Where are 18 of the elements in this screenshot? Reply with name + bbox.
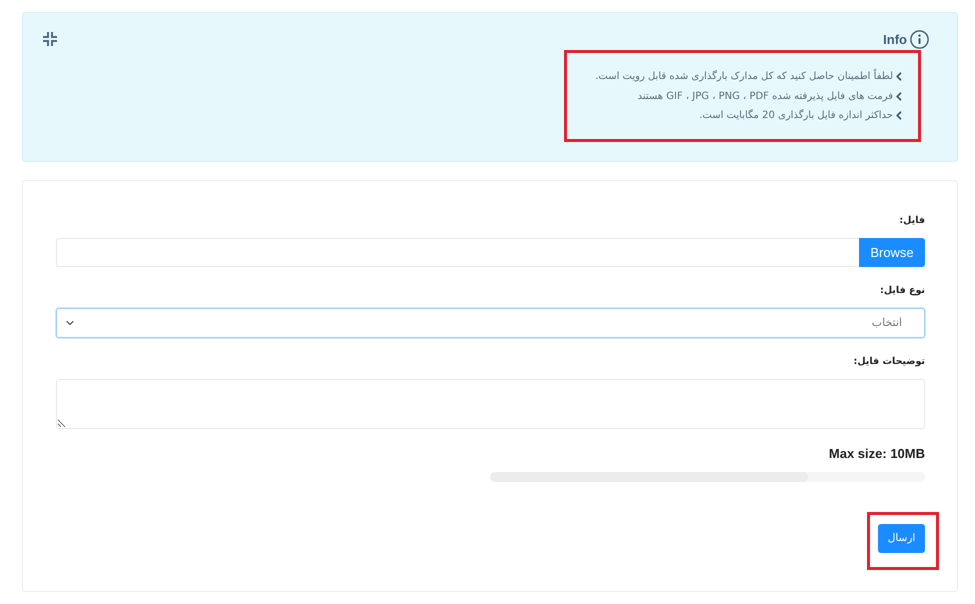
chevron-icon (896, 92, 902, 101)
max-size-text: Max size: 10MB (828, 445, 925, 463)
submit-button[interactable]: ارسال (878, 524, 925, 554)
file-type-select[interactable]: انتخاب (56, 308, 925, 338)
collapse-icon[interactable] (42, 31, 58, 47)
browse-button[interactable]: Browse (859, 238, 925, 267)
info-title: Info (883, 30, 907, 48)
info-text: لطفاً اطمینان حاصل کنید که کل مدارک بارگذاری شده قابل رویت است. (595, 67, 893, 86)
chevron-icon (896, 72, 902, 82)
field-label: فایل: (899, 214, 925, 228)
info-text: فرمت های فایل پذیرفته شده GIF ، JPG ، PNG ، PDF هستند (638, 90, 893, 104)
chevron-icon (896, 111, 902, 120)
file-input-field[interactable] (56, 238, 859, 267)
info-text: حداکثر اندازه فایل بارگذاری 20 مگابایت است. (699, 108, 893, 123)
field-label: نوع فایل: (880, 284, 925, 298)
field-label: توضیحات فایل: (854, 355, 925, 369)
description-field[interactable] (56, 379, 925, 429)
info-icon (910, 30, 929, 49)
